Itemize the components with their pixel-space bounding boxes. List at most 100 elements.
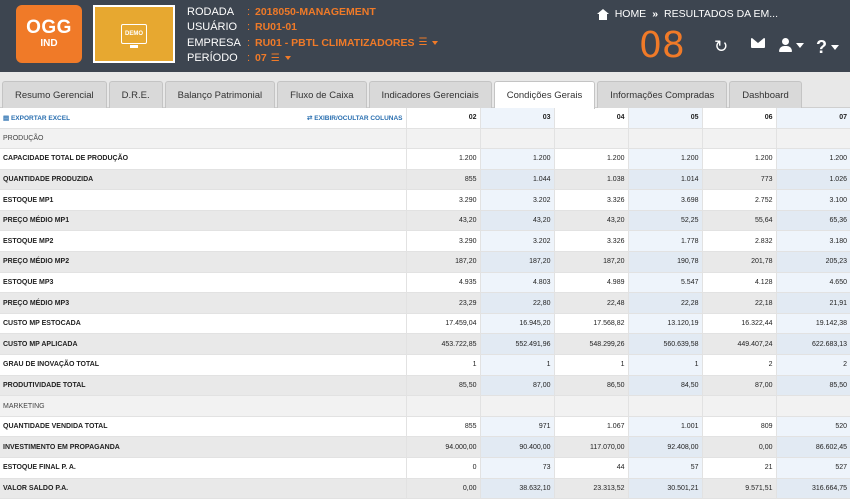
table-cell: 4.128 bbox=[701, 272, 776, 294]
table-row: CUSTO MP ESTOCADA 17.459,04 16.945,20 17.56… bbox=[0, 313, 850, 335]
table-cell: 85,50 bbox=[775, 375, 850, 397]
row-label: ESTOQUE MP2 bbox=[0, 230, 406, 253]
top-header: OGG IND DEMO RODADA : 2018050-MANAGEMENT… bbox=[0, 0, 850, 72]
table-cell: 855 bbox=[405, 416, 480, 438]
help-menu-button[interactable]: ? bbox=[816, 38, 839, 56]
app-logo[interactable]: OGG IND bbox=[16, 5, 82, 63]
rodada-label: RODADA bbox=[187, 5, 235, 18]
user-menu-button[interactable] bbox=[779, 38, 804, 52]
table-cell: 1.778 bbox=[627, 230, 702, 253]
list-icon[interactable]: ☰ bbox=[271, 53, 280, 64]
tab-resumo-gerencial[interactable]: Resumo Gerencial bbox=[2, 81, 107, 108]
home-icon[interactable] bbox=[596, 8, 609, 20]
row-label: VALOR SALDO P.A. bbox=[0, 478, 406, 500]
periodo-value[interactable]: 07 bbox=[255, 52, 267, 64]
refresh-icon[interactable]: ↻ bbox=[714, 38, 728, 56]
table-cell: 3.202 bbox=[479, 230, 554, 253]
breadcrumb-current: RESULTADOS DA EM... bbox=[664, 8, 778, 20]
column-header: 07 bbox=[775, 108, 850, 129]
info-row-empresa[interactable]: EMPRESA : RU01 - PBTL CLIMATIZADORES ☰ bbox=[187, 35, 439, 51]
tab-fluxo-de-caixa[interactable]: Fluxo de Caixa bbox=[277, 81, 367, 108]
table-cell bbox=[405, 128, 480, 150]
table-cell: 1 bbox=[479, 354, 554, 376]
table-cell: 3.100 bbox=[775, 189, 850, 211]
table-cell: 22,18 bbox=[701, 292, 776, 314]
table-cell: 44 bbox=[553, 457, 628, 479]
empresa-label: EMPRESA bbox=[187, 36, 241, 49]
usuario-value: RU01-01 bbox=[255, 21, 298, 34]
tab-dashboard[interactable]: Dashboard bbox=[729, 81, 802, 108]
table-cell: 971 bbox=[479, 416, 554, 438]
table-row: ESTOQUE MP2 3.290 3.202 3.326 1.778 2.832 3.18… bbox=[0, 230, 850, 253]
table-cell: 38.632,10 bbox=[479, 478, 554, 500]
chevron-down-icon[interactable] bbox=[432, 40, 439, 45]
info-row-periodo[interactable]: PERÍODO : 07 ☰ bbox=[187, 51, 438, 67]
table-cell: 94.000,00 bbox=[405, 436, 480, 458]
colon: : bbox=[247, 5, 251, 18]
column-header: 03 bbox=[479, 108, 554, 129]
chevron-down-icon bbox=[796, 42, 804, 48]
breadcrumb-home[interactable]: HOME bbox=[615, 8, 647, 20]
table-cell: 1.200 bbox=[405, 148, 480, 170]
table-cell: 84,50 bbox=[627, 375, 702, 397]
tab-informa-es-compradas[interactable]: Informações Compradas bbox=[597, 81, 728, 108]
tab-condi-es-gerais[interactable]: Condições Gerais bbox=[493, 81, 596, 109]
table-cell: 1.067 bbox=[553, 416, 628, 438]
table-cell: 622.683,13 bbox=[775, 333, 850, 356]
table-cell: 1.200 bbox=[627, 148, 702, 170]
table-cell: 1.200 bbox=[553, 148, 628, 170]
row-label: CUSTO MP APLICADA bbox=[0, 333, 406, 356]
list-icon[interactable]: ☰ bbox=[418, 37, 427, 48]
table-cell: 73 bbox=[479, 457, 554, 479]
export-excel-button[interactable]: ▤ EXPORTAR EXCEL bbox=[3, 114, 70, 122]
table-cell: 201,78 bbox=[701, 251, 776, 273]
table-cell: 22,28 bbox=[627, 292, 702, 314]
table-cell bbox=[775, 128, 850, 150]
table-cell: 527 bbox=[775, 457, 850, 479]
row-label: GRAU DE INOVAÇÃO TOTAL bbox=[0, 354, 406, 376]
table-cell: 3.180 bbox=[775, 230, 850, 253]
current-period-number: 08 bbox=[639, 25, 685, 66]
row-label: ESTOQUE MP3 bbox=[0, 272, 406, 294]
table-cell: 57 bbox=[627, 457, 702, 479]
table-cell: 190,78 bbox=[627, 251, 702, 273]
tab-indicadores-gerenciais[interactable]: Indicadores Gerenciais bbox=[368, 81, 492, 108]
table-cell: 5.547 bbox=[627, 272, 702, 294]
table-cell: 86,50 bbox=[553, 375, 628, 397]
chevron-down-icon[interactable] bbox=[284, 56, 291, 61]
toggle-columns-button[interactable]: ⇄ EXIBIR/OCULTAR COLUNAS bbox=[307, 114, 402, 122]
table-cell: 43,20 bbox=[405, 210, 480, 232]
table-cell: 3.326 bbox=[553, 189, 628, 211]
row-label: PREÇO MÉDIO MP3 bbox=[0, 292, 406, 314]
table-cell bbox=[479, 395, 554, 417]
table-cell: 3.290 bbox=[405, 189, 480, 211]
table-cell: 453.722,85 bbox=[405, 333, 480, 356]
empresa-value[interactable]: RU01 - PBTL CLIMATIZADORES bbox=[255, 37, 414, 49]
table-cell: 90.400,00 bbox=[479, 436, 554, 458]
mail-icon[interactable] bbox=[751, 38, 765, 48]
table-cell: 316.664,75 bbox=[775, 478, 850, 500]
table-row: QUANTIDADE PRODUZIDA 855 1.044 1.038 1.014 77… bbox=[0, 169, 850, 191]
table-cell: 552.491,96 bbox=[479, 333, 554, 356]
table-cell: 52,25 bbox=[627, 210, 702, 232]
table-cell: 16.322,44 bbox=[701, 313, 776, 335]
breadcrumb: HOME » RESULTADOS DA EM... bbox=[596, 8, 778, 20]
table-cell: 87,00 bbox=[701, 375, 776, 397]
table-cell: 92.408,00 bbox=[627, 436, 702, 458]
results-table: ▤ EXPORTAR EXCEL ⇄ EXIBIR/OCULTAR COLUNA… bbox=[0, 108, 850, 500]
row-label: QUANTIDADE PRODUZIDA bbox=[0, 169, 406, 191]
results-table-container[interactable]: ▤ EXPORTAR EXCEL ⇄ EXIBIR/OCULTAR COLUNA… bbox=[0, 108, 850, 500]
table-cell: 30.501,21 bbox=[627, 478, 702, 500]
tab-d-r-e[interactable]: D.R.E. bbox=[108, 81, 163, 108]
company-logo-text: DEMO bbox=[125, 31, 143, 37]
rodada-value: 2018050-MANAGEMENT bbox=[255, 5, 376, 18]
column-header: 02 bbox=[405, 108, 480, 129]
table-row: QUANTIDADE VENDIDA TOTAL 855 971 1.067 1.001… bbox=[0, 416, 850, 438]
table-row: GRAU DE INOVAÇÃO TOTAL 1 1 1 1 2 2 bbox=[0, 354, 850, 376]
table-row: PREÇO MÉDIO MP3 23,29 22,80 22,48 22,28 22,18… bbox=[0, 292, 850, 314]
column-header: 06 bbox=[701, 108, 776, 129]
tab-balan-o-patrimonial[interactable]: Balanço Patrimonial bbox=[164, 81, 276, 108]
table-cell: 548.299,26 bbox=[553, 333, 628, 356]
table-cell bbox=[627, 395, 702, 417]
table-cell: 87,00 bbox=[479, 375, 554, 397]
